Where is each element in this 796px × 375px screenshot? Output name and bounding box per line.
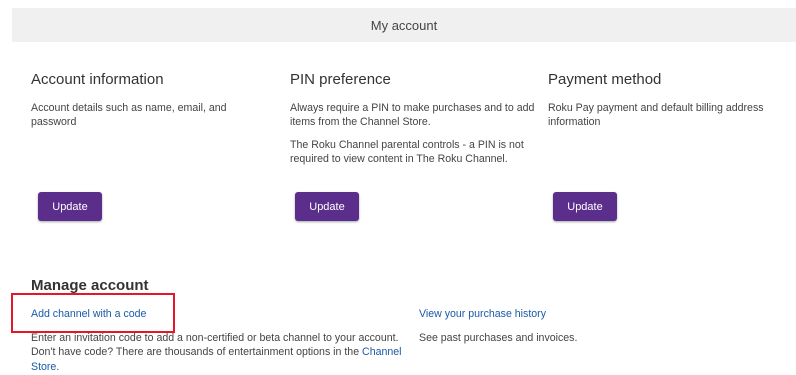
update-account-information-button[interactable]: Update xyxy=(38,192,102,221)
account-information-description: Account details such as name, email, and… xyxy=(31,102,227,129)
purchase-history-description: See past purchases and invoices. xyxy=(419,332,578,344)
account-information-title: Account information xyxy=(31,71,164,88)
payment-method-description: Roku Pay payment and default billing add… xyxy=(548,102,764,129)
add-channel-description-text: Enter an invitation code to add a non-ce… xyxy=(31,332,399,359)
pin-preference-section: PIN preference Always require a PIN to m… xyxy=(290,70,535,167)
my-account-page: My account Account information Account d… xyxy=(0,0,796,375)
payment-method-section: Payment method Roku Pay payment and defa… xyxy=(548,70,793,130)
pin-preference-roku-channel-description: The Roku Channel parental controls - a P… xyxy=(290,138,524,166)
view-purchase-history-link[interactable]: View your purchase history xyxy=(419,308,546,320)
update-payment-method-button[interactable]: Update xyxy=(553,192,617,221)
page-title: My account xyxy=(370,17,438,33)
add-channel-description: Enter an invitation code to add a non-ce… xyxy=(31,331,411,374)
payment-method-title: Payment method xyxy=(548,71,662,88)
page-header: My account xyxy=(12,8,796,42)
manage-account-title: Manage account xyxy=(31,277,149,294)
account-information-section: Account information Account details such… xyxy=(31,70,261,130)
update-pin-preference-button[interactable]: Update xyxy=(295,192,359,221)
pin-preference-title: PIN preference xyxy=(290,71,391,88)
add-channel-description-end: . xyxy=(56,360,60,373)
pin-preference-description: Always require a PIN to make purchases a… xyxy=(290,102,535,129)
add-channel-with-code-link[interactable]: Add channel with a code xyxy=(31,308,146,320)
